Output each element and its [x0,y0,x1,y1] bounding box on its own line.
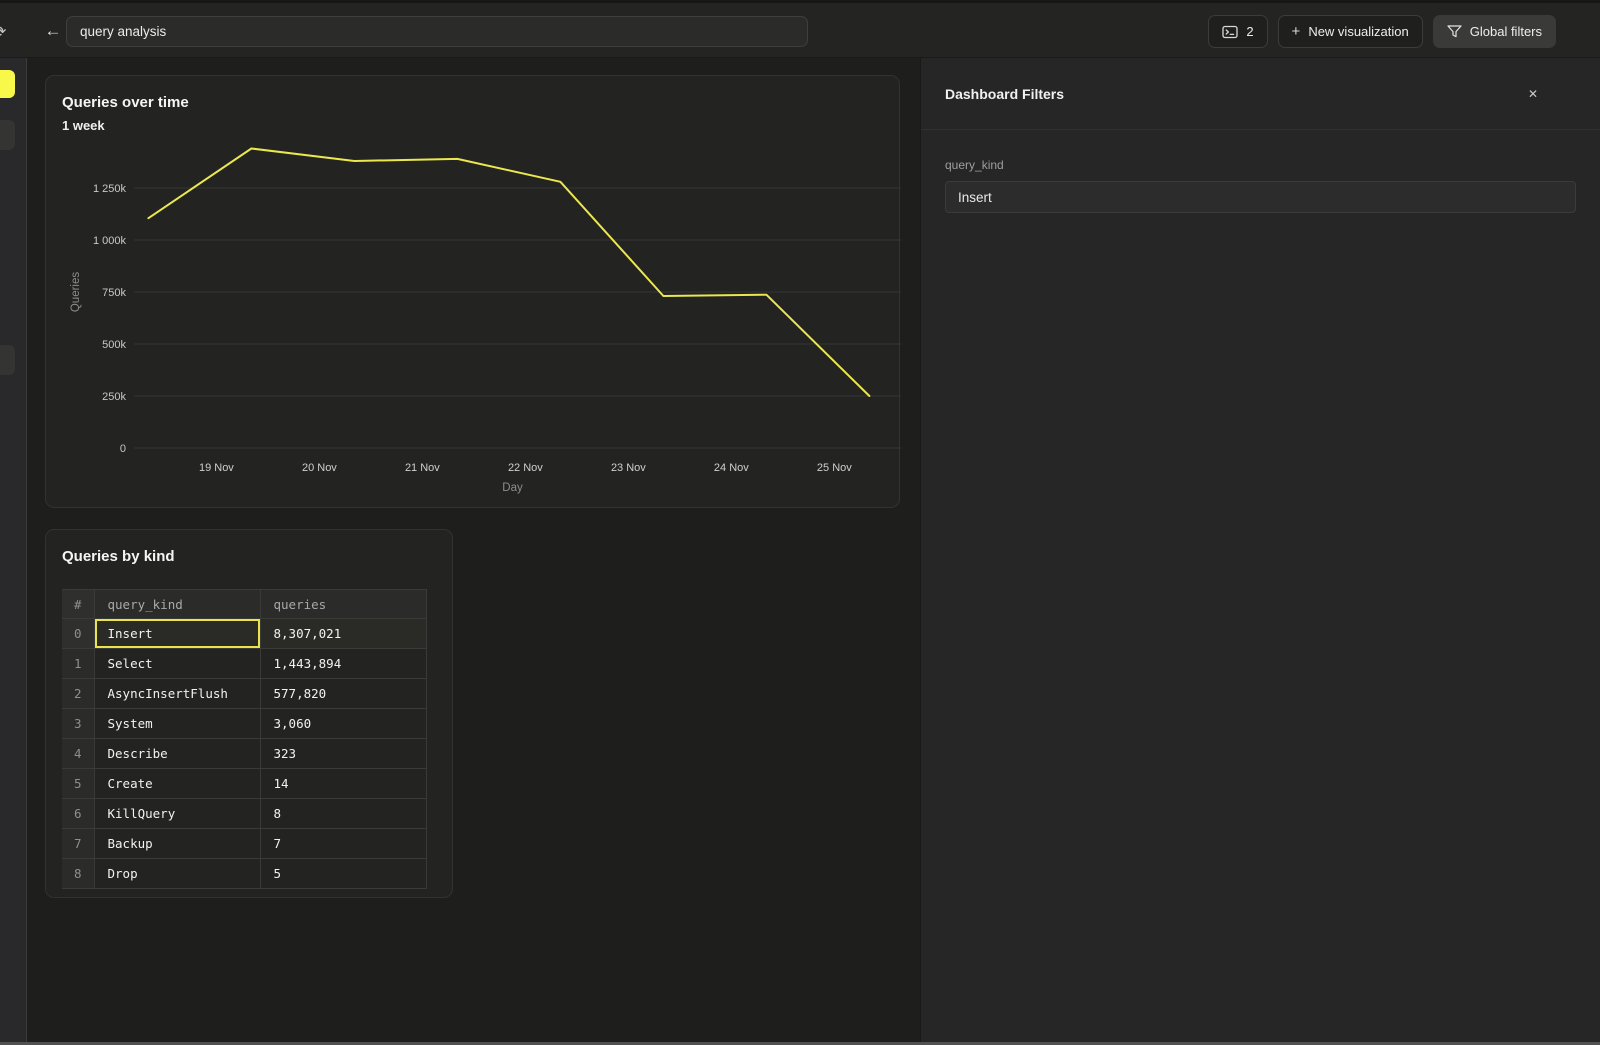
query-kind-filter-input[interactable] [945,181,1576,213]
table-row: 3System3,060 [62,709,426,739]
queries-cell[interactable]: 3,060 [260,709,426,739]
sql-console-button[interactable]: 2 [1208,15,1267,48]
table-row: 8Drop5 [62,859,426,889]
svg-text:0: 0 [120,443,126,455]
svg-text:1 000k: 1 000k [93,235,127,247]
svg-text:750k: 750k [102,287,126,299]
table-row: 6KillQuery8 [62,799,426,829]
row-index-cell[interactable]: 2 [62,679,94,709]
queries-cell[interactable]: 5 [260,859,426,889]
svg-text:500k: 500k [102,339,126,351]
close-icon[interactable]: ✕ [1522,83,1544,105]
query-kind-cell[interactable]: KillQuery [94,799,260,829]
table-header-row: # query_kind queries [62,590,426,619]
funnel-icon [1447,25,1462,38]
svg-text:24 Nov: 24 Nov [714,462,749,474]
table-row: 0Insert8,307,021 [62,619,426,649]
global-filters-button[interactable]: Global filters [1433,15,1556,48]
table-row: 5Create14 [62,769,426,799]
svg-text:1 250k: 1 250k [93,183,127,195]
panel-title: Dashboard Filters [945,86,1522,102]
row-index-cell[interactable]: 6 [62,799,94,829]
row-index-cell[interactable]: 7 [62,829,94,859]
global-filters-label: Global filters [1470,24,1542,39]
new-visualization-button[interactable]: + New visualization [1278,15,1423,48]
rail-item-2[interactable] [0,120,15,150]
row-index-cell[interactable]: 0 [62,619,94,649]
dashboard-title-input[interactable] [66,16,808,47]
row-index-cell[interactable]: 8 [62,859,94,889]
query-kind-cell[interactable]: Select [94,649,260,679]
svg-text:250k: 250k [102,391,126,403]
queries-cell[interactable]: 7 [260,829,426,859]
back-button[interactable]: ← [40,18,66,44]
queries-by-kind-table: # query_kind queries 0Insert8,307,0211Se… [62,589,427,889]
query-kind-cell[interactable]: AsyncInsertFlush [94,679,260,709]
svg-text:23 Nov: 23 Nov [611,462,646,474]
query-kind-cell[interactable]: Create [94,769,260,799]
queries-by-kind-card: Queries by kind # query_kind queries 0In… [45,529,453,898]
rail-item-active[interactable] [0,70,15,98]
queries-cell[interactable]: 577,820 [260,679,426,709]
column-header-query-kind[interactable]: query_kind [94,590,260,619]
row-index-cell[interactable]: 1 [62,649,94,679]
query-kind-cell[interactable]: Drop [94,859,260,889]
column-header-index[interactable]: # [62,590,94,619]
svg-text:20 Nov: 20 Nov [302,462,337,474]
svg-text:Queries: Queries [70,272,82,313]
queries-cell[interactable]: 8 [260,799,426,829]
left-rail [0,58,27,1045]
panel-body: query_kind [921,130,1600,241]
table-row: 4Describe323 [62,739,426,769]
queries-cell[interactable]: 1,443,894 [260,649,426,679]
svg-text:22 Nov: 22 Nov [508,462,543,474]
console-count: 2 [1246,24,1253,39]
query-kind-filter-label: query_kind [945,158,1576,172]
row-index-cell[interactable]: 5 [62,769,94,799]
table-row: 7Backup7 [62,829,426,859]
svg-text:25 Nov: 25 Nov [817,462,852,474]
dashboard-filters-panel: Dashboard Filters ✕ query_kind [920,58,1600,1045]
queries-cell[interactable]: 323 [260,739,426,769]
queries-cell[interactable]: 8,307,021 [260,619,426,649]
row-index-cell[interactable]: 3 [62,709,94,739]
queries-cell[interactable]: 14 [260,769,426,799]
plus-icon: + [1292,23,1301,40]
rail-item-3[interactable] [0,345,15,375]
query-kind-cell[interactable]: Describe [94,739,260,769]
column-header-queries[interactable]: queries [260,590,426,619]
table-title: Queries by kind [62,548,175,565]
table-row: 2AsyncInsertFlush577,820 [62,679,426,709]
svg-text:19 Nov: 19 Nov [199,462,234,474]
query-kind-cell[interactable]: System [94,709,260,739]
terminal-icon [1222,25,1238,39]
table-row: 1Select1,443,894 [62,649,426,679]
row-index-cell[interactable]: 4 [62,739,94,769]
topbar-actions: 2 + New visualization Global filters [1208,15,1556,48]
top-bar: ⟳ ← 2 + New visualization Global [0,0,1600,58]
new-visualization-label: New visualization [1308,24,1408,39]
queries-over-time-card: Queries over time 1 week 0250k500k750k1 … [45,75,900,508]
svg-text:Day: Day [502,482,523,494]
queries-line-chart[interactable]: 0 250k 500k 750k 1 000k 1 250k 19 Nov 20 Nov 21 … [46,76,901,509]
panel-header: Dashboard Filters ✕ [921,58,1600,130]
query-kind-cell[interactable]: Insert [94,619,260,649]
query-kind-cell[interactable]: Backup [94,829,260,859]
svg-text:21 Nov: 21 Nov [405,462,440,474]
refresh-icon[interactable]: ⟳ [0,22,15,44]
